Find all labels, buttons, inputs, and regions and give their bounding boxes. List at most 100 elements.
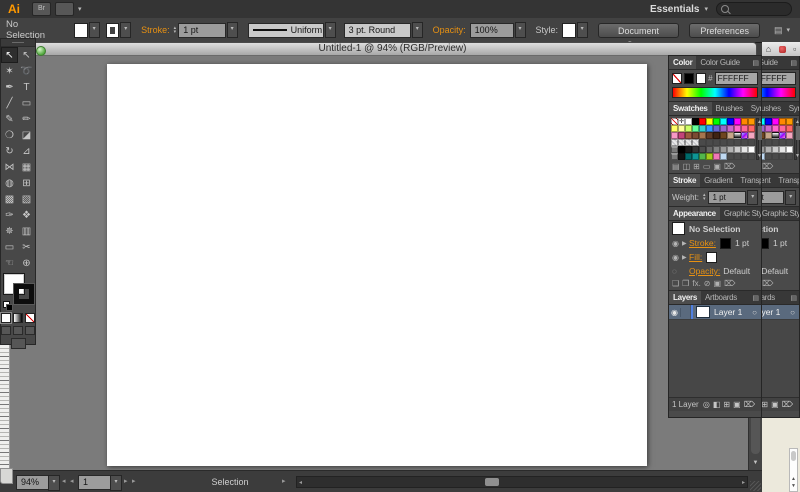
width-tool-icon[interactable]: ⋈ <box>1 159 18 175</box>
tab-transparency[interactable]: Transparency <box>774 174 799 187</box>
document-setup-button[interactable]: Document Setup <box>598 23 680 38</box>
color-spectrum-bar[interactable] <box>672 87 758 98</box>
canvas-area[interactable] <box>0 56 762 470</box>
stroke-dropdown-icon[interactable]: ▾ <box>120 22 131 38</box>
swatch[interactable] <box>786 146 793 153</box>
mesh-tool-icon[interactable]: ▩ <box>1 191 18 207</box>
hex-value-field[interactable]: FFFFFF <box>762 72 796 85</box>
selection-tool-icon[interactable]: ↖ <box>1 47 18 63</box>
style-dropdown-icon[interactable]: ▾ <box>577 22 588 38</box>
zoom-dropdown-icon[interactable]: ▾ <box>48 475 60 491</box>
column-graph-tool-icon[interactable]: ▥ <box>18 223 35 239</box>
swatch[interactable] <box>671 118 678 125</box>
swatches-scroll-up-icon[interactable]: ▲ <box>795 119 796 125</box>
workspace-switcher[interactable]: Essentials <box>650 4 699 15</box>
delete-layer-icon[interactable]: ⌦ <box>782 399 793 411</box>
document-titlebar[interactable]: Untitled-1 @ 94% (RGB/Preview) <box>28 42 757 56</box>
swatch[interactable] <box>741 132 748 139</box>
none-mode-button[interactable] <box>25 313 35 323</box>
swatch[interactable] <box>720 118 727 125</box>
palette-grip[interactable] <box>1 39 35 47</box>
tab-brushes[interactable]: Brushes <box>712 102 747 115</box>
draw-behind-icon[interactable] <box>13 326 23 335</box>
layer-lock-column[interactable] <box>681 305 691 319</box>
swatch[interactable] <box>699 118 706 125</box>
swatch[interactable] <box>772 125 779 132</box>
lasso-tool-icon[interactable]: ➰ <box>18 63 35 79</box>
tab-transparency[interactable]: Transparency <box>736 174 761 187</box>
add-new-fill-icon[interactable]: ❒ <box>682 278 689 290</box>
artboard-dropdown-icon[interactable]: ▾ <box>110 475 122 491</box>
color-mode-button[interactable] <box>1 313 11 323</box>
swatch[interactable] <box>671 153 678 160</box>
swatch-kinds-icon[interactable]: ◫ <box>683 161 691 173</box>
appearance-fill-label[interactable]: Fill: <box>689 252 702 262</box>
slice-tool-icon[interactable]: ✂ <box>18 239 35 255</box>
swatch[interactable] <box>692 118 699 125</box>
delete-item-icon[interactable]: ⌦ <box>762 278 773 290</box>
layer-thumbnail[interactable] <box>696 306 710 318</box>
layers-panel-menu-icon[interactable]: ▤ <box>790 294 799 302</box>
hand-tool-icon[interactable]: ☜ <box>1 255 18 271</box>
swatch[interactable] <box>692 139 699 146</box>
swatch[interactable] <box>685 132 692 139</box>
delete-swatch-icon[interactable]: ⌦ <box>762 161 773 173</box>
tab-symbols[interactable]: Symbols <box>785 102 799 115</box>
horizontal-scrollbar[interactable]: ◂ ▸ <box>296 476 748 488</box>
tab-gradient[interactable]: Gradient <box>700 174 736 187</box>
hex-value-field[interactable]: FFFFFF <box>715 72 758 85</box>
new-color-group-icon[interactable]: ▭ <box>703 161 711 173</box>
color-spectrum-bar[interactable] <box>762 87 796 98</box>
swatch[interactable] <box>678 139 685 146</box>
swatch[interactable] <box>699 146 706 153</box>
symbol-sprayer-tool-icon[interactable]: ✵ <box>1 223 18 239</box>
appearance-stroke-label[interactable]: Stroke: <box>689 238 716 248</box>
swatches-scrollbar[interactable]: ▲ ▼ <box>756 118 759 160</box>
swatch[interactable] <box>699 132 706 139</box>
pencil-tool-icon[interactable]: ✏ <box>18 111 35 127</box>
swatch[interactable] <box>727 146 734 153</box>
tab-color[interactable]: Color <box>669 56 696 69</box>
tab-graphic-styles[interactable]: Graphic Styles <box>762 207 799 220</box>
search-input[interactable] <box>716 2 792 16</box>
swatch[interactable] <box>765 125 772 132</box>
window-resize-grip[interactable] <box>750 481 761 491</box>
control-panel-dropdown-icon[interactable]: ▾ <box>786 26 790 34</box>
appearance-stroke-swatch[interactable] <box>720 238 731 249</box>
weight-dropdown-icon[interactable]: ▾ <box>785 190 796 205</box>
new-sublayer-icon[interactable]: ⊞ <box>762 399 768 411</box>
stroke-weight-dropdown-icon[interactable]: ▾ <box>227 22 238 38</box>
none-color-swatch[interactable] <box>672 73 682 84</box>
tab-gradient[interactable]: Gradient <box>762 174 774 187</box>
add-effect-icon[interactable]: fx. <box>692 278 700 290</box>
swatch[interactable] <box>685 139 692 146</box>
swatch[interactable] <box>727 125 734 132</box>
fill-dropdown-icon[interactable]: ▾ <box>89 22 100 38</box>
weight-dropdown-icon[interactable]: ▾ <box>747 190 758 205</box>
eyedropper-tool-icon[interactable]: ✑ <box>1 207 18 223</box>
scroll-left-icon[interactable]: ◂ <box>299 479 302 486</box>
line-segment-tool-icon[interactable]: ╱ <box>1 95 18 111</box>
swatch[interactable] <box>765 146 772 153</box>
swatch[interactable] <box>692 153 699 160</box>
swatch[interactable] <box>706 125 713 132</box>
swatch[interactable] <box>748 132 755 139</box>
swatch[interactable] <box>706 153 713 160</box>
swatch[interactable] <box>779 146 786 153</box>
stroke-weight-stepper[interactable]: ▴ ▾ <box>174 26 177 34</box>
swatch[interactable] <box>678 146 685 153</box>
layer-target-icon[interactable]: ○ <box>790 308 795 317</box>
swatch[interactable] <box>741 125 748 132</box>
swatch[interactable] <box>706 118 713 125</box>
appearance-opacity-label[interactable]: Opacity: <box>689 266 720 276</box>
tab-layers[interactable]: Layers <box>669 291 701 304</box>
stroke-expand-icon[interactable]: ▶ <box>682 240 689 247</box>
fill-visibility-eye-icon[interactable]: ◉ <box>672 253 682 262</box>
swatch[interactable] <box>765 132 772 139</box>
new-layer-icon[interactable]: ▣ <box>771 399 779 411</box>
swatch[interactable] <box>727 132 734 139</box>
swatch[interactable] <box>699 125 706 132</box>
swatches-scrollbar[interactable]: ▲ ▼ <box>794 118 797 160</box>
perspective-grid-tool-icon[interactable]: ⊞ <box>18 175 35 191</box>
swatch[interactable] <box>779 132 786 139</box>
